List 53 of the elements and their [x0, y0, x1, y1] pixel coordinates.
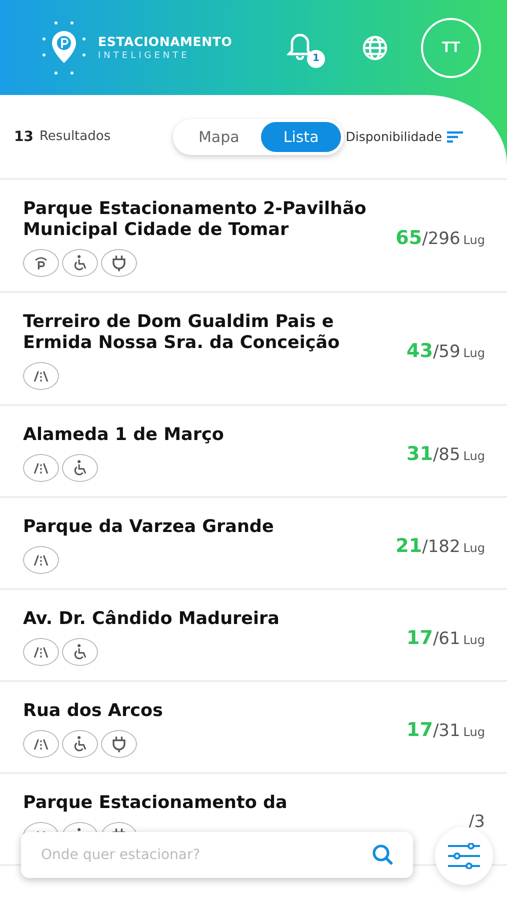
total-spaces: /85: [432, 444, 460, 464]
road-icon: [23, 362, 59, 390]
covered-parking-icon: [23, 249, 59, 277]
plug-icon: [101, 730, 137, 758]
wheelchair-icon: [62, 454, 98, 482]
total-spaces: /3: [468, 812, 485, 832]
wheelchair-icon: [62, 638, 98, 666]
search-icon[interactable]: [371, 843, 395, 867]
search-field[interactable]: Onde quer estacionar?: [39, 846, 371, 864]
spaces-unit: Lug: [463, 448, 485, 462]
view-tab[interactable]: Lista: [261, 122, 341, 152]
road-icon: [23, 730, 59, 758]
result-label: Resultados: [39, 129, 112, 144]
brand-subtitle: INTELIGENTE: [98, 51, 191, 61]
logo-icon: [40, 18, 88, 76]
wheelchair-icon: [62, 730, 98, 758]
brand-title: ESTACIONAMENTO: [98, 34, 234, 49]
total-spaces: /31: [432, 720, 460, 740]
park-name[interactable]: Parque Estacionamento da: [23, 793, 368, 814]
park-name[interactable]: Terreiro de Dom Gualdim Pais e Ermida Nossa Sra. da Conceição: [23, 312, 368, 354]
spaces-unit: Lug: [463, 346, 485, 360]
road-icon: [23, 546, 59, 574]
globe-icon[interactable]: [361, 34, 389, 62]
sort-button[interactable]: Disponibilidade: [346, 129, 463, 144]
wheelchair-icon: [62, 249, 98, 277]
park-name[interactable]: Rua dos Arcos: [23, 701, 368, 722]
park-name[interactable]: Alameda 1 de Março: [23, 425, 368, 446]
road-icon: [23, 638, 59, 666]
total-spaces: /59: [432, 342, 460, 362]
available-spaces: 65: [396, 227, 422, 249]
park-name[interactable]: Parque Estacionamento 2-Pavilhão Municipal Cidade de Tomar: [23, 199, 368, 241]
view-tab[interactable]: Mapa: [176, 122, 262, 152]
result-count: 13: [14, 128, 34, 144]
spaces-unit: Lug: [463, 632, 485, 646]
spaces-unit: Lug: [463, 540, 485, 554]
notification-badge: 1: [307, 50, 325, 68]
spaces-unit: Lug: [463, 233, 485, 247]
sort-icon: [446, 130, 463, 142]
sliders-icon: [447, 843, 481, 869]
park-name[interactable]: Parque da Varzea Grande: [23, 517, 368, 538]
bell-icon[interactable]: [287, 32, 313, 60]
total-spaces: /61: [432, 628, 460, 648]
available-spaces: 17: [406, 718, 433, 740]
available-spaces: 31: [406, 442, 433, 464]
road-icon: [23, 454, 59, 482]
total-spaces: /182: [422, 536, 460, 556]
plug-icon: [101, 249, 137, 277]
total-spaces: /296: [422, 229, 460, 249]
available-spaces: 17: [406, 626, 433, 648]
park-name[interactable]: Av. Dr. Cândido Madureira: [23, 609, 368, 630]
available-spaces: 21: [396, 534, 422, 556]
spaces-unit: Lug: [463, 724, 485, 738]
available-spaces: 43: [406, 340, 433, 362]
